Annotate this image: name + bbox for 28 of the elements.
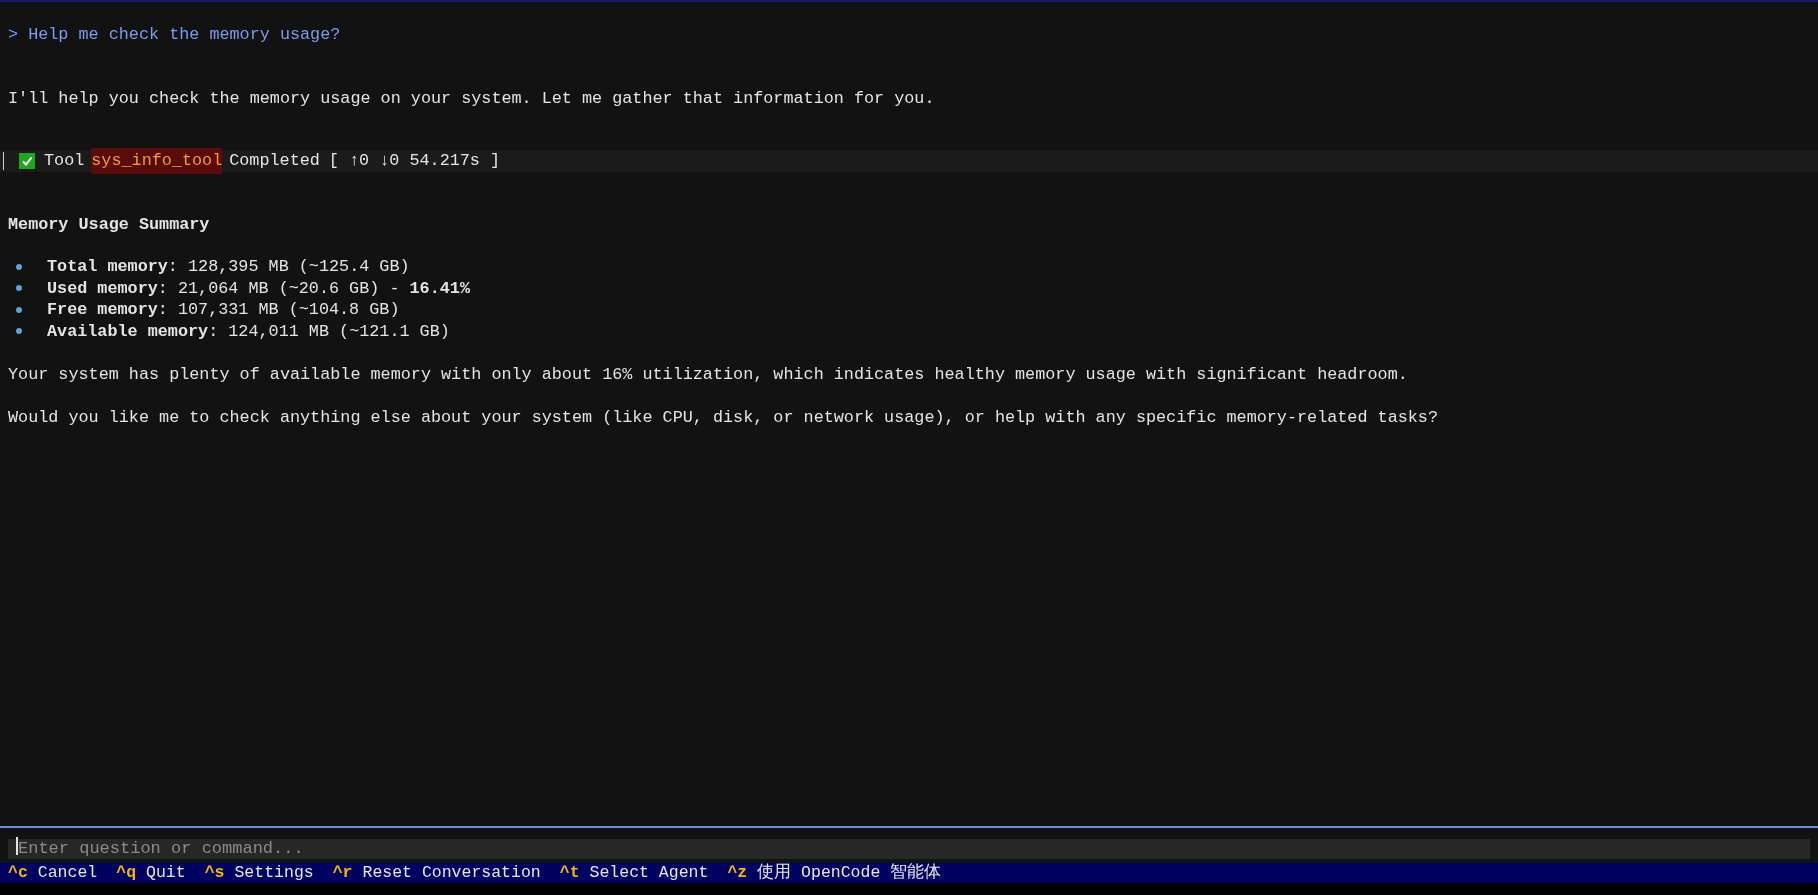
section-heading: Memory Usage Summary	[8, 214, 211, 236]
tool-name: sys_info_tool	[91, 148, 223, 174]
shortcut-key: ^s	[204, 860, 225, 886]
list-item: Free memory: 107,331 MB (~104.8 GB)	[47, 299, 400, 322]
list-item: Available memory: 124,011 MB (~121.1 GB)	[47, 320, 450, 343]
shortcut-label: Settings	[234, 861, 314, 884]
tool-label: Tool	[44, 150, 85, 173]
shortcut-key: ^r	[332, 860, 353, 886]
user-prompt: > Help me check the memory usage?	[8, 24, 342, 46]
shortcut-key: ^c	[8, 860, 28, 886]
assistant-message: I'll help you check the memory usage on your system. Let me gather that information for you.	[8, 88, 936, 110]
check-icon	[19, 153, 35, 169]
text-cursor	[16, 836, 18, 855]
shortcut-key: ^t	[559, 860, 580, 886]
tool-stats: [ ↑0 ↓0 54.217s ]	[328, 150, 501, 173]
shortcut-label: Cancel	[37, 861, 98, 884]
shortcut-label: Select Agent	[589, 861, 709, 884]
list-item: Used memory: 21,064 MB (~20.6 GB) - 16.41%	[47, 277, 470, 300]
shortcut-label: 使用 OpenCode 智能体	[757, 861, 942, 884]
shortcut-label: Quit	[146, 861, 186, 884]
paragraph: Would you like me to check anything else about your system (like CPU, disk, or network usage), or help with any specific memory-related tasks?	[8, 407, 1439, 429]
shortcut-key: ^q	[116, 860, 137, 886]
input-field[interactable]: Enter question or command...	[8, 838, 1810, 859]
paragraph: Your system has plenty of available memory with only about 16% utilization, which indicates healthy memory usage with significant headroom.	[8, 364, 1409, 386]
shortcut-label: Reset Conversation	[362, 861, 541, 884]
tool-status: Completed	[229, 150, 320, 173]
list-item: Total memory: 128,395 MB (~125.4 GB)	[47, 256, 410, 279]
shortcut-key: ^z	[727, 860, 748, 886]
